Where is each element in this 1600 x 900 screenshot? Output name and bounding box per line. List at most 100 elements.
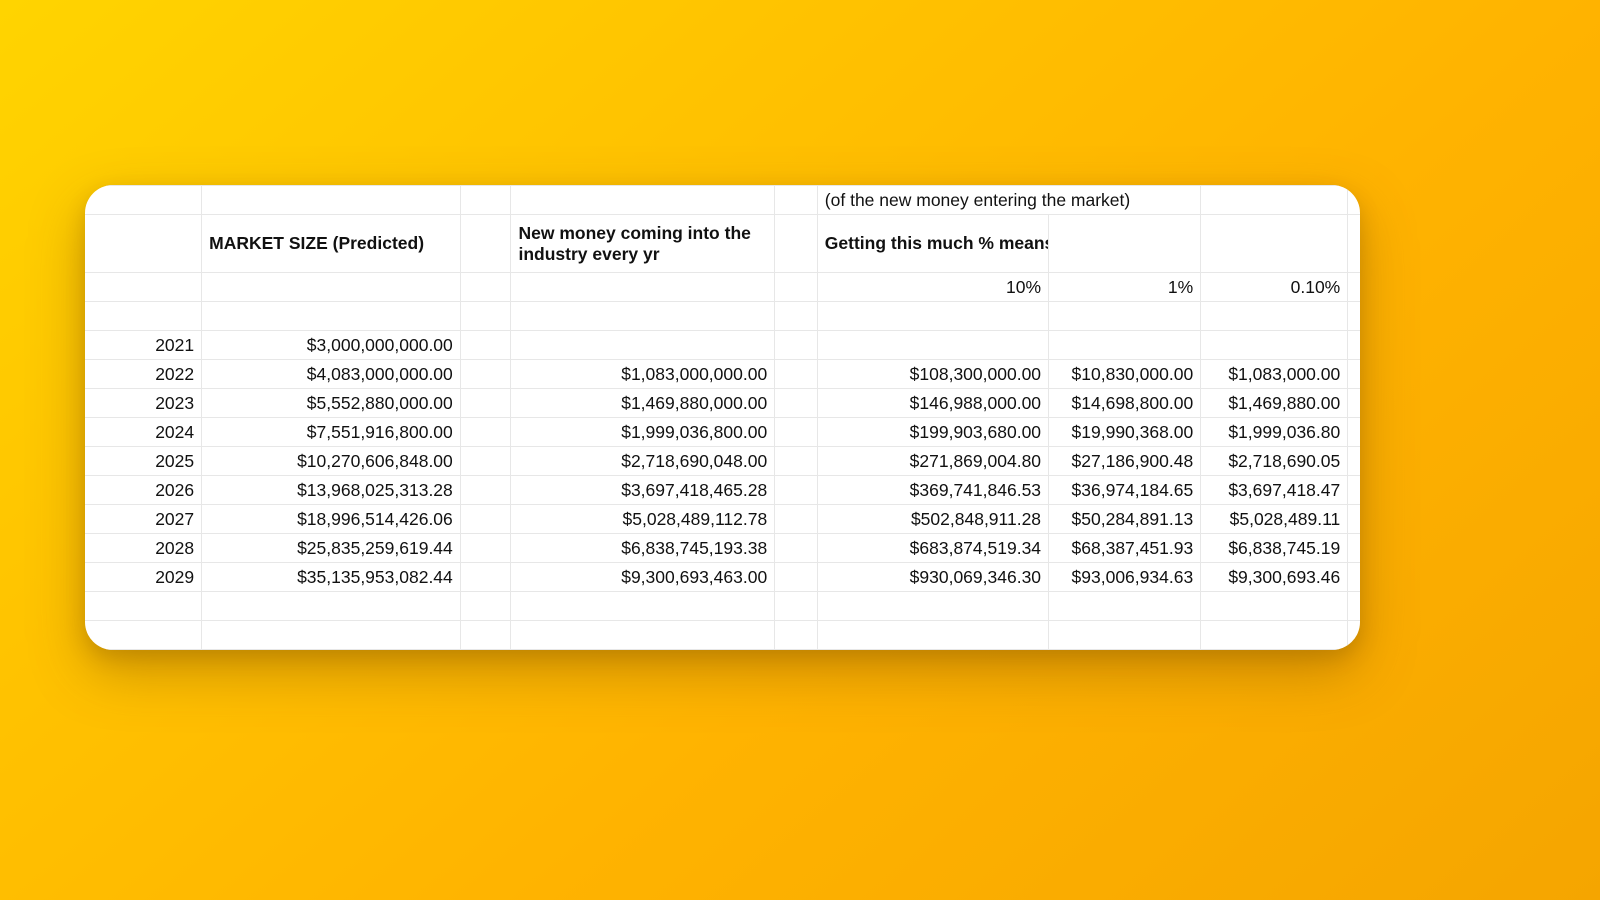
- cell[interactable]: [775, 476, 818, 505]
- cell-year[interactable]: 2021: [85, 331, 202, 360]
- cell-pct10[interactable]: $271,869,004.80: [817, 447, 1048, 476]
- cell-year[interactable]: 2022: [85, 360, 202, 389]
- cell-pct01[interactable]: $1,083,000.00: [1201, 360, 1348, 389]
- cell-pct10[interactable]: $146,988,000.00: [817, 389, 1048, 418]
- cell-new-money[interactable]: $1,999,036,800.00: [511, 418, 775, 447]
- cell-new-money[interactable]: $5,028,489,112.78: [511, 505, 775, 534]
- cell[interactable]: [460, 186, 511, 215]
- cell[interactable]: [1201, 621, 1348, 650]
- cell[interactable]: [1049, 592, 1201, 621]
- cell-pct1[interactable]: $50,284,891.13: [1049, 505, 1201, 534]
- cell-market-size[interactable]: $10,270,606,848.00: [202, 447, 461, 476]
- cell-year[interactable]: 2026: [85, 476, 202, 505]
- cell[interactable]: [775, 273, 818, 302]
- cell[interactable]: [460, 331, 511, 360]
- cell[interactable]: [1348, 534, 1360, 563]
- cell[interactable]: [460, 273, 511, 302]
- cell[interactable]: [511, 302, 775, 331]
- cell[interactable]: [1049, 621, 1201, 650]
- cell[interactable]: [1201, 215, 1348, 273]
- cell-pct1[interactable]: $93,006,934.63: [1049, 563, 1201, 592]
- cell-pct01[interactable]: $9,300,693.46: [1201, 563, 1348, 592]
- cell-market-size[interactable]: $3,000,000,000.00: [202, 331, 461, 360]
- cell[interactable]: [775, 302, 818, 331]
- cell[interactable]: [511, 186, 775, 215]
- cell-year[interactable]: 2029: [85, 563, 202, 592]
- cell-pct1[interactable]: [1049, 331, 1201, 360]
- cell[interactable]: [1049, 215, 1201, 273]
- cell[interactable]: [1348, 505, 1360, 534]
- cell[interactable]: [460, 389, 511, 418]
- cell[interactable]: [202, 592, 461, 621]
- cell[interactable]: [202, 186, 461, 215]
- cell[interactable]: [1348, 273, 1360, 302]
- header-pct-10[interactable]: 10%: [817, 273, 1048, 302]
- cell-new-money[interactable]: $6,838,745,193.38: [511, 534, 775, 563]
- cell[interactable]: [460, 592, 511, 621]
- cell[interactable]: [1348, 447, 1360, 476]
- cell-pct1[interactable]: $27,186,900.48: [1049, 447, 1201, 476]
- cell[interactable]: [1348, 621, 1360, 650]
- cell[interactable]: [1348, 389, 1360, 418]
- cell-pct10[interactable]: $199,903,680.00: [817, 418, 1048, 447]
- cell-pct01[interactable]: $1,999,036.80: [1201, 418, 1348, 447]
- cell[interactable]: [202, 621, 461, 650]
- cell-market-size[interactable]: $5,552,880,000.00: [202, 389, 461, 418]
- cell[interactable]: [775, 592, 818, 621]
- cell[interactable]: [1348, 592, 1360, 621]
- cell[interactable]: [85, 592, 202, 621]
- cell-new-money[interactable]: [511, 331, 775, 360]
- cell[interactable]: [1201, 302, 1348, 331]
- cell[interactable]: [460, 505, 511, 534]
- header-market-size[interactable]: MARKET SIZE (Predicted): [202, 215, 461, 273]
- cell-market-size[interactable]: $18,996,514,426.06: [202, 505, 461, 534]
- cell[interactable]: [775, 360, 818, 389]
- cell[interactable]: [460, 302, 511, 331]
- cell[interactable]: [85, 215, 202, 273]
- cell[interactable]: [817, 621, 1048, 650]
- cell[interactable]: [85, 273, 202, 302]
- cell-new-money[interactable]: $2,718,690,048.00: [511, 447, 775, 476]
- cell-pct10[interactable]: $369,741,846.53: [817, 476, 1048, 505]
- cell[interactable]: [511, 592, 775, 621]
- cell-year[interactable]: 2028: [85, 534, 202, 563]
- cell[interactable]: [460, 563, 511, 592]
- cell-year[interactable]: 2027: [85, 505, 202, 534]
- cell[interactable]: [460, 621, 511, 650]
- cell[interactable]: [817, 592, 1048, 621]
- cell[interactable]: [202, 302, 461, 331]
- cell[interactable]: [460, 534, 511, 563]
- cell[interactable]: [1201, 592, 1348, 621]
- cell[interactable]: [1348, 360, 1360, 389]
- cell-pct01[interactable]: $3,697,418.47: [1201, 476, 1348, 505]
- cell-pct1[interactable]: $19,990,368.00: [1049, 418, 1201, 447]
- cell[interactable]: [775, 447, 818, 476]
- cell-market-size[interactable]: $7,551,916,800.00: [202, 418, 461, 447]
- cell[interactable]: [460, 447, 511, 476]
- cell-new-money[interactable]: $3,697,418,465.28: [511, 476, 775, 505]
- header-note[interactable]: (of the new money entering the market): [817, 186, 1200, 215]
- cell[interactable]: [511, 273, 775, 302]
- cell[interactable]: [460, 215, 511, 273]
- cell[interactable]: [202, 273, 461, 302]
- cell[interactable]: [817, 302, 1048, 331]
- cell[interactable]: [775, 186, 818, 215]
- cell-pct01[interactable]: $5,028,489.11: [1201, 505, 1348, 534]
- cell-market-size[interactable]: $35,135,953,082.44: [202, 563, 461, 592]
- cell[interactable]: [775, 505, 818, 534]
- cell-pct10[interactable]: $108,300,000.00: [817, 360, 1048, 389]
- cell-pct10[interactable]: $502,848,911.28: [817, 505, 1048, 534]
- cell-market-size[interactable]: $13,968,025,313.28: [202, 476, 461, 505]
- cell[interactable]: [460, 418, 511, 447]
- cell-pct01[interactable]: [1201, 331, 1348, 360]
- cell[interactable]: [460, 360, 511, 389]
- cell-pct1[interactable]: $10,830,000.00: [1049, 360, 1201, 389]
- cell[interactable]: [1348, 476, 1360, 505]
- cell-pct01[interactable]: $1,469,880.00: [1201, 389, 1348, 418]
- cell-pct1[interactable]: $36,974,184.65: [1049, 476, 1201, 505]
- cell[interactable]: [775, 331, 818, 360]
- cell[interactable]: [85, 621, 202, 650]
- cell[interactable]: [511, 621, 775, 650]
- cell-new-money[interactable]: $1,469,880,000.00: [511, 389, 775, 418]
- cell-pct1[interactable]: $68,387,451.93: [1049, 534, 1201, 563]
